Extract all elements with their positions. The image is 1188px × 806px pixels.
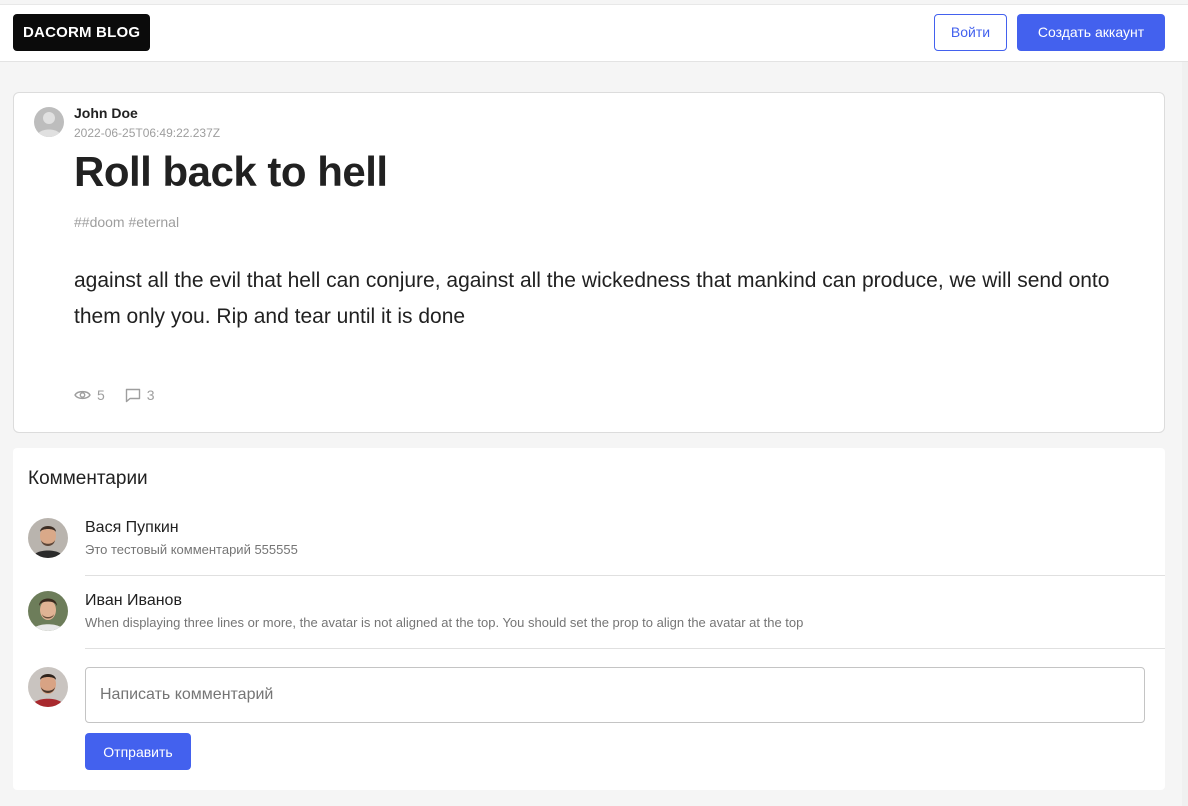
person-icon [37, 112, 61, 137]
user-photo-icon [28, 591, 68, 631]
post-body: against all the evil that hell can conju… [74, 269, 1110, 328]
post-title: Roll back to hell [74, 148, 388, 195]
comment-divider [85, 648, 1165, 649]
comment-text: Это тестовый комментарий 555555 [85, 542, 298, 557]
commenter-avatar[interactable] [28, 591, 68, 631]
app-header: DACORM BLOG Войти Создать аккаунт [0, 5, 1188, 62]
commenter-name[interactable]: Вася Пупкин [85, 519, 179, 537]
logo[interactable]: DACORM BLOG [13, 14, 151, 51]
views-stat: 5 [74, 387, 105, 403]
comment-text: When displaying three lines or more, the… [85, 615, 804, 630]
comment-input[interactable] [85, 667, 1145, 723]
post-card: John Doe 2022-06-25T06:49:22.237Z Roll b… [13, 92, 1165, 433]
page-scrollbar[interactable] [1182, 62, 1188, 806]
comments-stat: 3 [125, 387, 155, 403]
post-date: 2022-06-25T06:49:22.237Z [74, 126, 221, 140]
comments-section: Комментарии Вася Пупкин Это тестовый ком… [13, 448, 1165, 790]
views-count: 5 [97, 387, 105, 403]
commenter-name[interactable]: Иван Иванов [85, 592, 182, 610]
eye-icon [74, 390, 91, 400]
comments-count: 3 [146, 387, 155, 403]
author-avatar[interactable] [34, 107, 64, 137]
user-photo-icon [28, 518, 68, 558]
post-tags[interactable]: ##doom #eternal [74, 214, 179, 230]
current-user-avatar[interactable] [28, 667, 68, 707]
comment-icon [125, 388, 140, 402]
login-button[interactable]: Войти [934, 14, 1007, 51]
user-photo-icon [28, 667, 68, 707]
author-name[interactable]: John Doe [74, 105, 138, 121]
comments-title: Комментарии [28, 468, 148, 489]
commenter-avatar[interactable] [28, 518, 68, 558]
comment-divider [85, 575, 1165, 576]
register-button[interactable]: Создать аккаунт [1017, 14, 1165, 51]
send-button[interactable]: Отправить [85, 733, 191, 770]
post-stats: 5 3 [74, 387, 175, 403]
